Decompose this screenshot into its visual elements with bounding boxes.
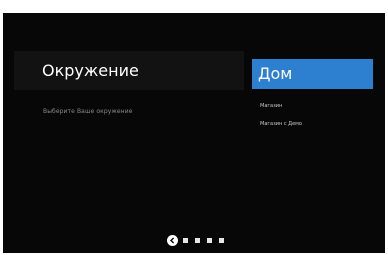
tv-setup-panel: Окружение Выберите Ваше окружение Дом Ма… xyxy=(3,13,385,253)
environment-options: Дом Магазин Магазин с Демо xyxy=(252,59,374,127)
page-indicator xyxy=(167,234,231,246)
option-home[interactable]: Дом xyxy=(252,59,373,89)
page-dot xyxy=(207,237,212,243)
page-dot xyxy=(195,237,200,243)
page-dot xyxy=(183,237,188,243)
title-box: Окружение xyxy=(14,51,244,90)
page-dot xyxy=(219,237,224,243)
page-subtitle: Выберите Ваше окружение xyxy=(43,108,133,115)
option-store[interactable]: Магазин xyxy=(260,103,374,109)
page-title: Окружение xyxy=(42,61,139,80)
setup-screen: Окружение Выберите Ваше окружение Дом Ма… xyxy=(0,0,388,255)
option-store-demo[interactable]: Магазин с Демо xyxy=(260,121,374,127)
chevron-left-icon[interactable] xyxy=(167,234,178,246)
